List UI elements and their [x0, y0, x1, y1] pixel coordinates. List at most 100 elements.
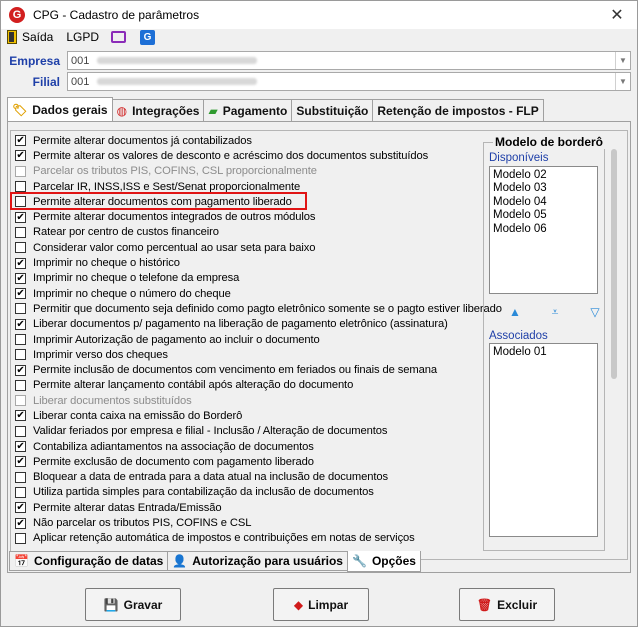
option-checkbox[interactable] [15, 471, 26, 483]
option-row[interactable]: Parcelar IR, INSS,ISS e Sest/Senat propo… [15, 179, 493, 194]
option-row[interactable]: Permite alterar lançamento contábil após… [15, 378, 493, 393]
option-row[interactable]: ✔ Permite alterar datas Entrada/Emissão [15, 500, 493, 515]
option-row[interactable]: ✔ Permite alterar documentos já contabili… [15, 133, 493, 148]
option-checkbox[interactable] [15, 425, 26, 437]
option-label: Imprimir no cheque o número do cheque [33, 287, 231, 300]
option-row[interactable]: ✔ Não parcelar os tributos PIS, COFINS e … [15, 515, 493, 530]
option-checkbox[interactable] [15, 226, 26, 238]
option-checkbox[interactable] [15, 196, 26, 208]
move-up-arrow-icon[interactable]: ▲ [495, 305, 535, 319]
option-row[interactable]: Considerar valor como percentual ao usar… [15, 240, 493, 255]
available-models-list[interactable]: Modelo 02 Modelo 03 Modelo 04 Modelo 05 Mode… [489, 166, 598, 294]
associated-models-list[interactable]: Modelo 01 [489, 343, 598, 537]
option-checkbox[interactable] [15, 486, 26, 498]
list-item[interactable]: Modelo 06 [493, 223, 597, 236]
tab-retencao[interactable]: Retenção de impostos - FLP [372, 99, 544, 121]
clear-button[interactable]: ◆ Limpar [273, 588, 369, 621]
tab-pagamento[interactable]: ▰ Pagamento [203, 99, 293, 121]
tab-substituicao[interactable]: Substituição [291, 99, 374, 121]
move-down-double-icon[interactable]: ⩡ [535, 305, 575, 319]
trash-icon: 🗑 [476, 597, 493, 612]
delete-button[interactable]: 🗑 Excluir [459, 588, 555, 621]
option-checkbox[interactable]: ✔ [15, 364, 26, 376]
option-checkbox[interactable]: ✔ [15, 288, 26, 300]
save-button[interactable]: 💾 Gravar [85, 588, 181, 621]
option-row[interactable]: ✔ Liberar documentos p/ pagamento na libe… [15, 317, 493, 332]
option-row[interactable]: Liberar documentos substituídos [15, 393, 493, 408]
option-row[interactable]: ✔ Permite exclusão de documento com pagam… [15, 454, 493, 469]
option-checkbox[interactable]: ✔ [15, 410, 26, 422]
option-row[interactable]: Imprimir Autorização de pagamento ao inc… [15, 332, 493, 347]
option-row[interactable]: Bloquear a data de entrada para a data a… [15, 470, 493, 485]
option-checkbox[interactable] [15, 349, 26, 361]
option-label: Imprimir verso dos cheques [33, 348, 168, 361]
tab-opcoes[interactable]: 🔧 Opções [346, 551, 421, 572]
option-checkbox[interactable] [15, 395, 26, 407]
option-checkbox[interactable]: ✔ [15, 150, 26, 162]
chevron-down-icon[interactable]: ▼ [615, 52, 630, 69]
list-item[interactable]: Modelo 01 [493, 346, 597, 359]
option-checkbox[interactable]: ✔ [15, 441, 26, 453]
list-item[interactable]: Modelo 03 [493, 182, 597, 195]
option-label: Imprimir no cheque o histórico [33, 257, 180, 270]
option-checkbox[interactable]: ✔ [15, 517, 26, 529]
tab-integracoes[interactable]: ◍ Integrações [111, 99, 205, 121]
tab-configuracao-datas[interactable]: 📅 Configuração de datas [9, 551, 169, 571]
option-row[interactable]: ✔ Permite alterar documentos integrados d… [15, 209, 493, 224]
option-row[interactable]: ✔ Liberar conta caixa na emissão do Borde… [15, 408, 493, 423]
option-checkbox[interactable]: ✔ [15, 211, 26, 223]
close-button[interactable]: ✕ [607, 5, 627, 25]
title-bar: G CPG - Cadastro de parâmetros ✕ [1, 1, 637, 29]
empresa-value: 001 [71, 54, 90, 67]
option-checkbox[interactable]: ✔ [15, 456, 26, 468]
empresa-select[interactable]: 001 ▼ [67, 51, 631, 70]
option-checkbox[interactable]: ✔ [15, 135, 26, 147]
option-label: Liberar documentos p/ pagamento na liber… [33, 318, 448, 331]
option-row[interactable]: Aplicar retenção automática de impostos … [15, 531, 493, 546]
option-row[interactable]: ✔ Contabiliza adiantamentos na associação… [15, 439, 493, 454]
option-checkbox[interactable]: ✔ [15, 272, 26, 284]
option-row[interactable]: Imprimir verso dos cheques [15, 347, 493, 362]
option-checkbox[interactable]: ✔ [15, 318, 26, 330]
chevron-down-icon[interactable]: ▼ [615, 73, 630, 90]
option-row[interactable]: ✔ Imprimir no cheque o número do cheque [15, 286, 493, 301]
bordero-title: Modelo de borderô [493, 135, 605, 149]
tab-autorizacao-usuarios[interactable]: 👤 Autorização para usuários [167, 551, 348, 571]
list-item[interactable]: Modelo 05 [493, 209, 597, 222]
filial-select[interactable]: 001 ▼ [67, 72, 631, 91]
move-down-arrow-icon[interactable]: ▽ [575, 305, 615, 319]
option-checkbox[interactable]: ✔ [15, 257, 26, 269]
option-checkbox[interactable] [15, 303, 26, 315]
list-item[interactable]: Modelo 02 [493, 169, 597, 182]
tag-icon: 🏷 [12, 102, 28, 117]
monitor-icon[interactable] [111, 31, 127, 43]
tab-dados-gerais[interactable]: 🏷 Dados gerais [7, 97, 113, 121]
option-checkbox[interactable] [15, 334, 26, 345]
option-checkbox[interactable] [15, 379, 26, 391]
vertical-scrollbar[interactable] [611, 149, 617, 379]
option-label: Liberar conta caixa na emissão do Border… [33, 409, 243, 422]
option-row[interactable]: Permitir que documento seja definido com… [15, 301, 502, 316]
exit-button[interactable]: Saída [7, 30, 53, 44]
option-label: Contabiliza adiantamentos na associação … [33, 440, 314, 453]
associated-label: Associados [489, 330, 548, 342]
lgpd-button[interactable]: LGPD [66, 30, 99, 44]
option-row[interactable]: ✔ Imprimir no cheque o telefone da empres… [15, 271, 493, 286]
option-row[interactable]: Permite alterar documentos com pagamento… [15, 194, 493, 209]
option-checkbox[interactable]: ✔ [15, 502, 26, 514]
option-checkbox[interactable] [15, 165, 26, 177]
option-row[interactable]: Parcelar os tributos PIS, COFINS, CSL pr… [15, 164, 493, 179]
option-row[interactable]: Ratear por centro de custos financeiro [15, 225, 493, 240]
option-checkbox[interactable] [15, 532, 26, 544]
option-checkbox[interactable] [15, 181, 26, 193]
option-label: Permite alterar datas Entrada/Emissão [33, 501, 222, 514]
option-row[interactable]: ✔ Permite inclusão de documentos com venc… [15, 362, 493, 377]
option-row[interactable]: Validar feriados por empresa e filial - … [15, 424, 493, 439]
option-row[interactable]: ✔ Imprimir no cheque o histórico [15, 255, 493, 270]
option-row[interactable]: ✔ Permite alterar os valores de desconto … [15, 148, 493, 163]
list-item[interactable]: Modelo 04 [493, 196, 597, 209]
option-checkbox[interactable] [15, 242, 26, 254]
g-app-icon[interactable]: G [140, 29, 156, 45]
parameters-window: G CPG - Cadastro de parâmetros ✕ Saída L… [0, 0, 638, 627]
option-row[interactable]: Utiliza partida simples para contabiliza… [15, 485, 493, 500]
